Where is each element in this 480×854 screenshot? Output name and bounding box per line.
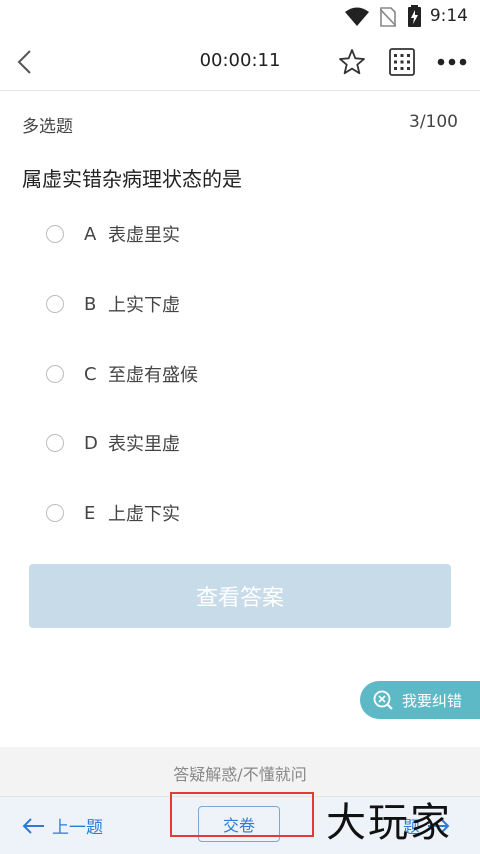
radio-circle-icon[interactable] (46, 225, 64, 243)
report-error-button[interactable]: 我要纠错 (360, 681, 480, 719)
option-a[interactable]: A 表虚里实 (46, 214, 426, 254)
arrow-left-icon (22, 817, 44, 834)
answer-sheet-icon[interactable] (389, 48, 415, 76)
question-text: 属虚实错杂病理状态的是 (22, 167, 242, 191)
radio-circle-icon[interactable] (46, 365, 64, 383)
wifi-icon (345, 7, 369, 26)
option-letter: A (84, 223, 97, 245)
error-report-icon (373, 690, 393, 710)
previous-question-label: 上一题 (52, 818, 103, 838)
previous-question-button[interactable]: 上一题 (22, 813, 103, 838)
option-c[interactable]: C 至虚有盛候 (46, 354, 426, 394)
top-bar: 00:00:11 (0, 34, 480, 91)
option-text: 上虚下实 (108, 504, 180, 525)
radio-circle-icon[interactable] (46, 434, 64, 452)
radio-circle-icon[interactable] (46, 504, 64, 522)
option-text: 上实下虚 (108, 295, 180, 316)
view-answer-button[interactable]: 查看答案 (29, 564, 451, 628)
option-d[interactable]: D 表实里虚 (46, 423, 426, 463)
option-letter: C (84, 363, 97, 385)
status-time: 9:14 (429, 6, 468, 26)
battery-charging-icon (408, 5, 421, 27)
watermark-logo: 大玩家 (326, 800, 452, 846)
option-letter: D (84, 432, 98, 454)
more-options-icon[interactable] (437, 58, 467, 66)
question-type: 多选题 (22, 117, 73, 137)
star-favorite-icon[interactable] (338, 48, 366, 76)
no-sim-icon (380, 7, 396, 27)
option-b[interactable]: B 上实下虚 (46, 284, 426, 324)
submit-exam-button[interactable]: 交卷 (198, 806, 280, 842)
option-text: 表虚里实 (108, 225, 180, 246)
option-letter: B (84, 293, 97, 315)
question-progress: 3/100 (409, 112, 458, 132)
status-bar: 9:14 (0, 0, 480, 34)
option-letter: E (84, 502, 96, 524)
question-meta: 多选题 3/100 (0, 92, 480, 148)
option-e[interactable]: E 上虚下实 (46, 493, 426, 533)
option-text: 至虚有盛候 (108, 365, 198, 386)
report-error-label: 我要纠错 (402, 691, 463, 710)
option-text: 表实里虚 (108, 434, 180, 455)
radio-circle-icon[interactable] (46, 295, 64, 313)
